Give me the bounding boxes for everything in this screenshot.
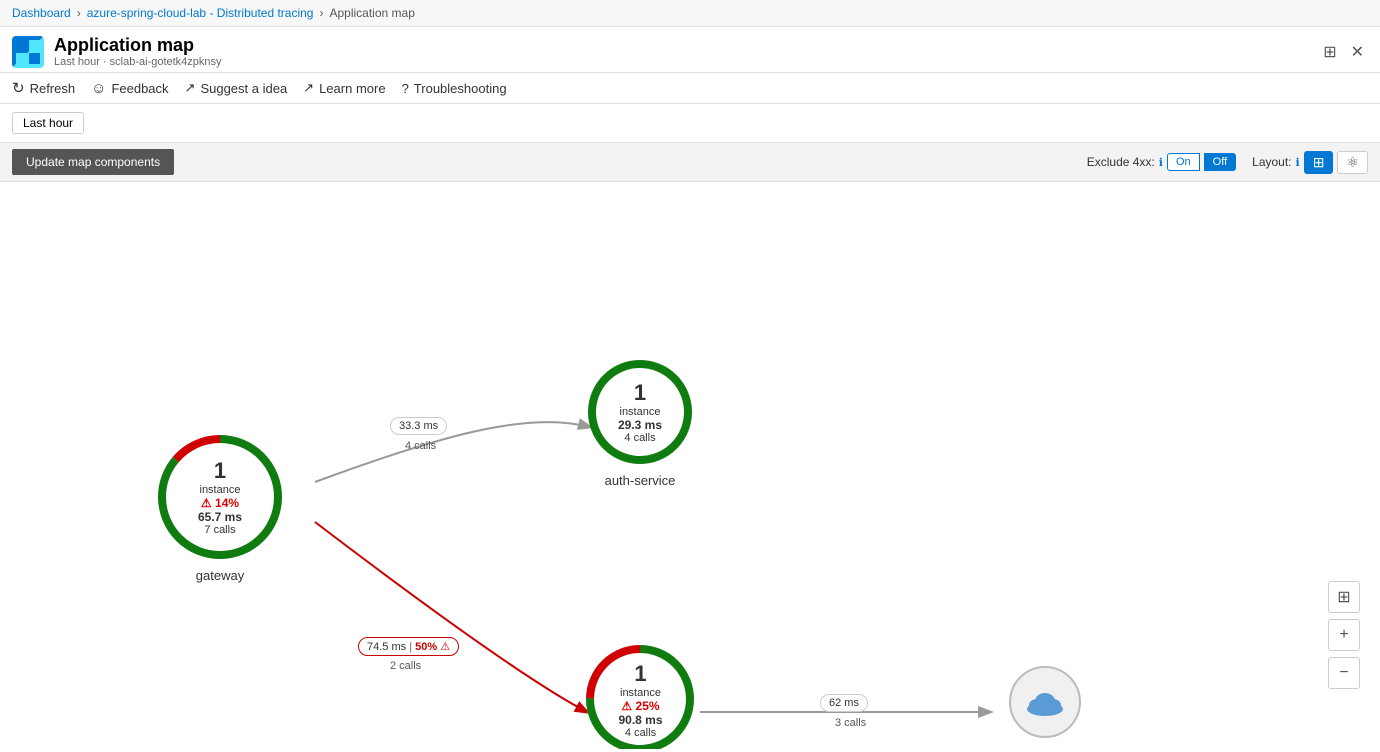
application-map-canvas: 33.3 ms 4 calls 74.5 ms | 50% ⚠ 2 calls … — [0, 182, 1380, 749]
auth-service-node[interactable]: 1 instance 29.3 ms 4 calls auth-service — [585, 357, 695, 488]
filter-bar: Last hour — [0, 104, 1380, 143]
zoom-in-button[interactable]: + — [1328, 619, 1360, 651]
pin-button[interactable]: ⊞ — [1319, 38, 1340, 66]
account-service-node[interactable]: 1 instance ⚠ 25% 90.8 ms 4 calls account… — [583, 642, 698, 749]
gateway-label: gateway — [196, 568, 244, 583]
refresh-button[interactable]: ↻ Refresh — [12, 79, 75, 97]
edge-account-other-label: 62 ms — [820, 694, 868, 712]
account-ms: 90.8 ms — [618, 713, 662, 727]
troubleshoot-button[interactable]: ? Troubleshooting — [402, 81, 507, 96]
edge-account-other-ms: 62 ms — [829, 697, 859, 709]
edge-error-icon: ⚠ — [440, 641, 450, 653]
other-label: http:/statistics/yev1 — [990, 748, 1100, 749]
gateway-ms: 65.7 ms — [198, 510, 242, 524]
control-bar: Update map components Exclude 4xx: ℹ On … — [0, 143, 1380, 182]
gateway-calls: 7 calls — [204, 524, 235, 536]
auth-calls: 4 calls — [624, 432, 655, 444]
gateway-error: ⚠ 14% — [201, 496, 239, 510]
exclude-4xx-label: Exclude 4xx: — [1087, 155, 1155, 169]
auth-ms: 29.3 ms — [618, 418, 662, 432]
layout-info-icon: ℹ — [1296, 156, 1300, 169]
suggest-icon: ↗ — [185, 80, 196, 96]
auth-instance-label: instance — [620, 406, 661, 418]
toolbar: ↻ Refresh ☺ Feedback ↗ Suggest a idea ↗ … — [0, 73, 1380, 104]
gateway-instance-label: instance — [200, 484, 241, 496]
breadcrumb-resource[interactable]: azure-spring-cloud-lab - Distributed tra… — [87, 6, 314, 20]
layout-grid-button[interactable]: ⊞ — [1304, 151, 1334, 174]
account-instance-label: instance — [620, 687, 661, 699]
auth-label: auth-service — [605, 473, 676, 488]
zoom-controls: ⊞ + − — [1328, 581, 1360, 689]
edge-account-other-calls: 3 calls — [835, 717, 866, 729]
edge-gateway-account-pct: 50% — [415, 641, 437, 653]
feedback-icon: ☺ — [91, 80, 106, 97]
breadcrumb-dashboard[interactable]: Dashboard — [12, 6, 71, 20]
time-range-button[interactable]: Last hour — [12, 112, 84, 134]
feedback-label: Feedback — [111, 81, 168, 96]
refresh-label: Refresh — [30, 81, 76, 96]
zoom-out-button[interactable]: − — [1328, 657, 1360, 689]
troubleshoot-label: Troubleshooting — [414, 81, 507, 96]
suggest-label: Suggest a idea — [200, 81, 287, 96]
exclude-4xx-on-button[interactable]: On — [1167, 153, 1200, 171]
edge-gateway-auth-label: 33.3 ms — [390, 417, 447, 435]
app-icon — [12, 36, 44, 68]
account-error: ⚠ 25% — [621, 699, 659, 713]
layout-group: Layout: ℹ ⊞ ⚛ — [1252, 151, 1368, 174]
info-icon: ℹ — [1159, 156, 1163, 169]
close-button[interactable]: ✕ — [1347, 38, 1368, 66]
refresh-icon: ↻ — [12, 79, 25, 97]
auth-instances: 1 — [634, 380, 646, 406]
troubleshoot-icon: ? — [402, 81, 409, 96]
breadcrumb: Dashboard › azure-spring-cloud-lab - Dis… — [0, 0, 1380, 27]
page-subtitle: Last hour · sclab-ai-gotetk4zpknsy — [54, 56, 222, 68]
edge-gateway-auth-ms: 33.3 ms — [399, 420, 438, 432]
suggest-button[interactable]: ↗ Suggest a idea — [185, 80, 288, 96]
edge-gateway-account-label: 74.5 ms | 50% ⚠ — [358, 637, 459, 656]
account-instances: 1 — [634, 661, 646, 687]
exclude-4xx-off-button[interactable]: Off — [1204, 153, 1236, 171]
learn-button[interactable]: ↗ Learn more — [303, 80, 385, 96]
breadcrumb-current: Application map — [329, 6, 414, 20]
layout-label: Layout: — [1252, 155, 1291, 169]
update-map-button[interactable]: Update map components — [12, 149, 174, 175]
fit-view-button[interactable]: ⊞ — [1328, 581, 1360, 613]
account-calls: 4 calls — [625, 727, 656, 739]
exclude-4xx-group: Exclude 4xx: ℹ On Off — [1087, 153, 1236, 171]
edge-gateway-account-calls: 2 calls — [390, 660, 421, 672]
gateway-node[interactable]: 1 instance ⚠ 14% 65.7 ms 7 calls gateway — [155, 432, 285, 583]
learn-icon: ↗ — [303, 80, 314, 96]
page-header: Application map Last hour · sclab-ai-got… — [0, 27, 1380, 73]
other-node[interactable]: http:/statistics/yev1 OTHER — [990, 662, 1100, 749]
layout-tree-button[interactable]: ⚛ — [1337, 151, 1368, 174]
feedback-button[interactable]: ☺ Feedback — [91, 80, 168, 97]
edge-gateway-auth-calls: 4 calls — [405, 440, 436, 452]
learn-label: Learn more — [319, 81, 385, 96]
edge-gateway-account-ms: 74.5 ms — [367, 641, 406, 653]
page-title: Application map — [54, 35, 222, 56]
gateway-instances: 1 — [214, 458, 226, 484]
